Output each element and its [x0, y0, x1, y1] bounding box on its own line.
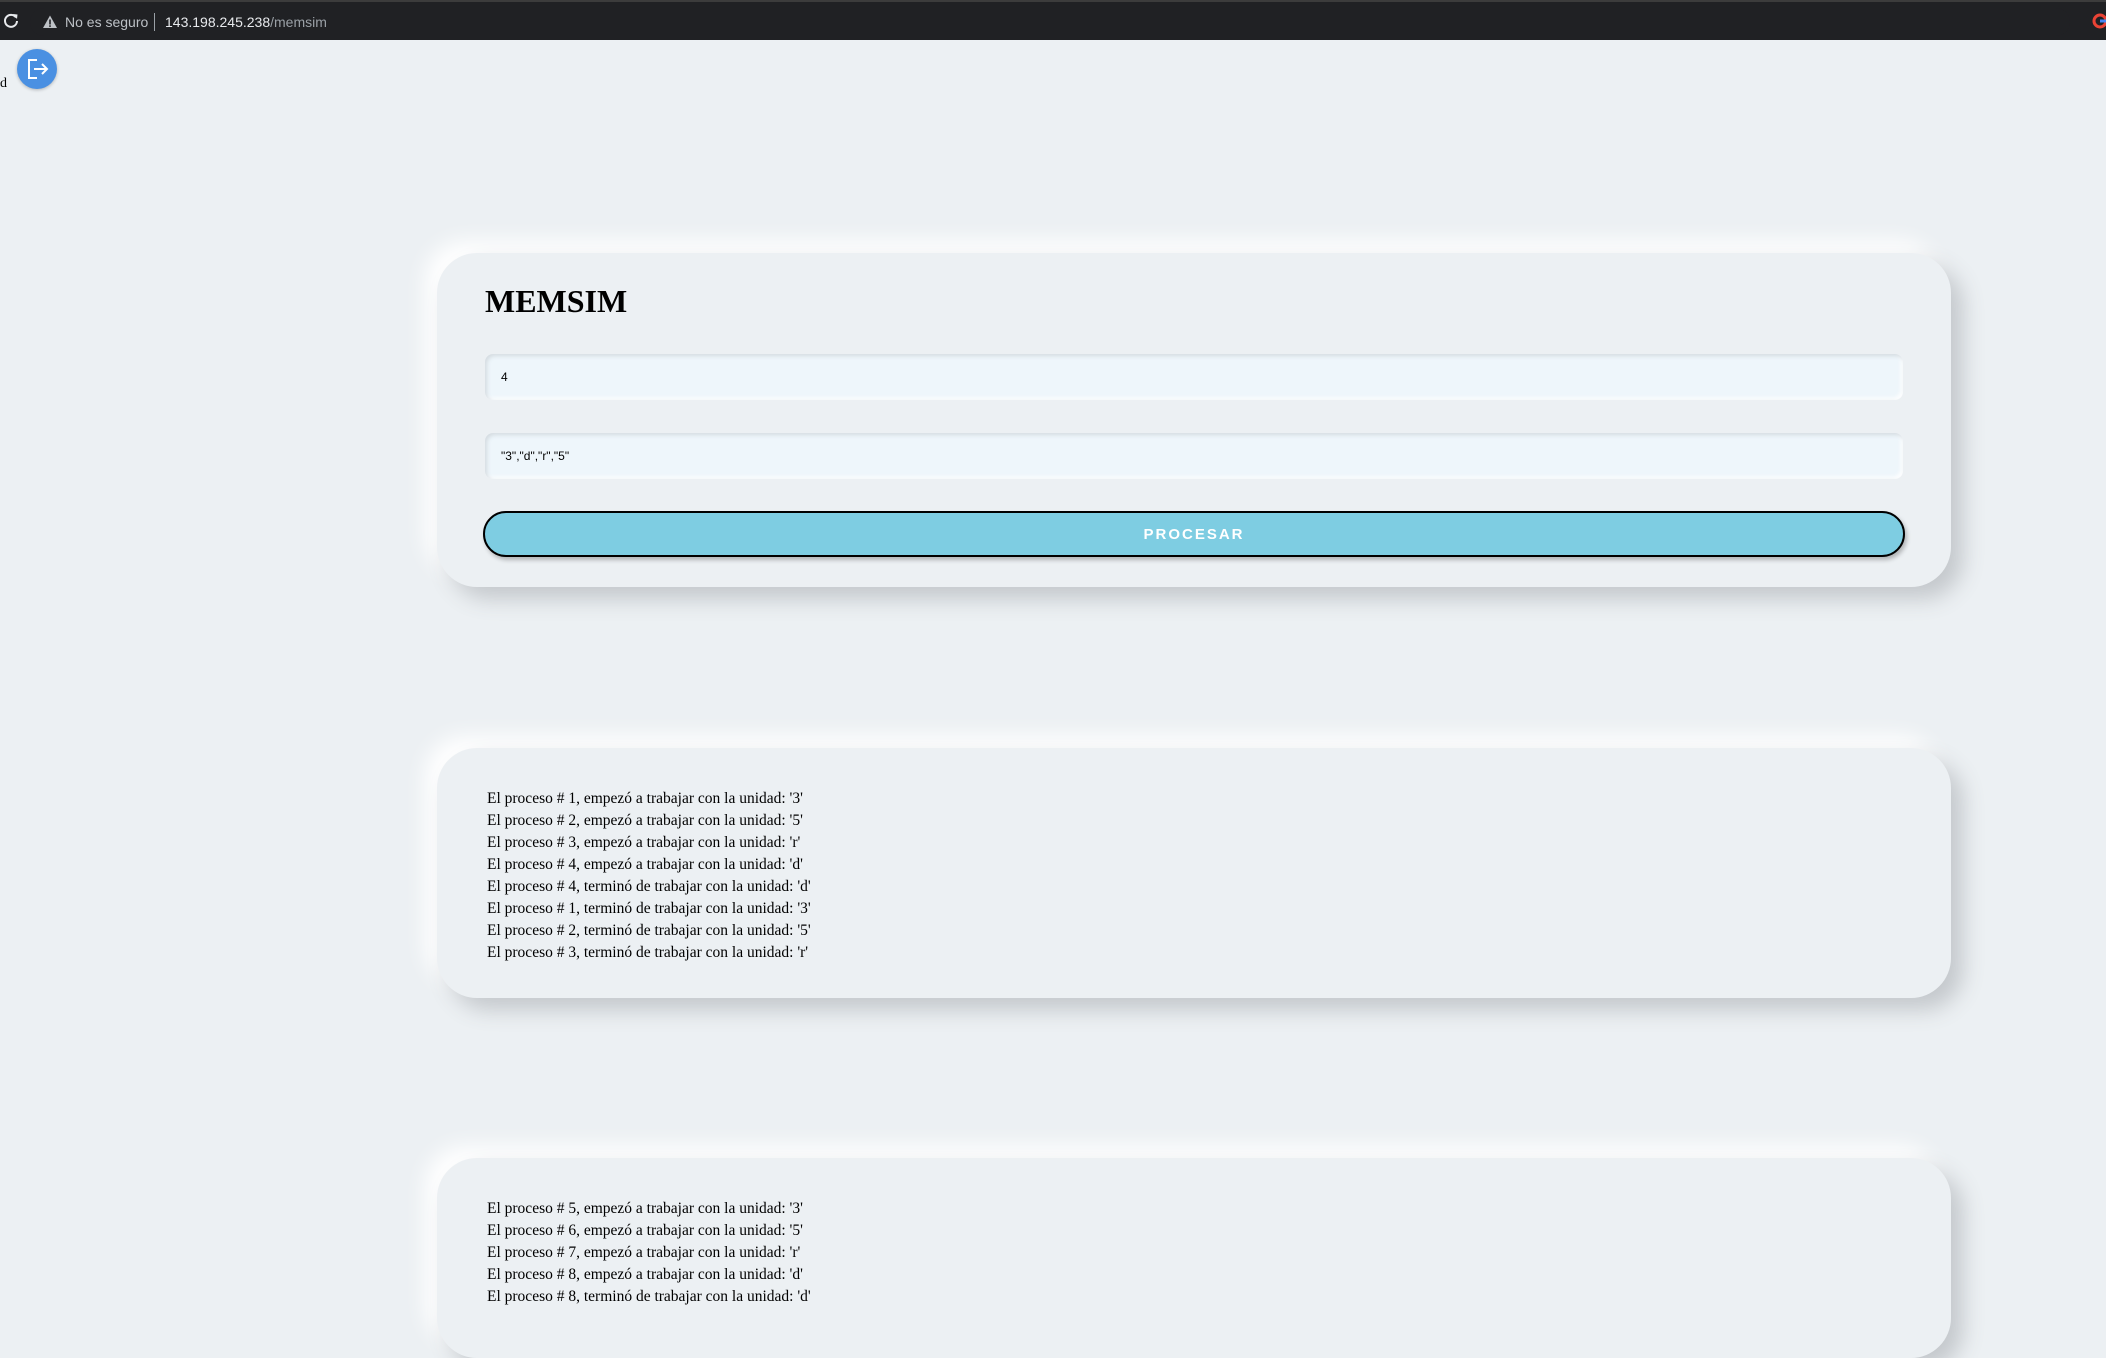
log-line: El proceso # 1, terminó de trabajar con … [487, 900, 811, 917]
log-line: El proceso # 2, terminó de trabajar con … [487, 922, 811, 939]
google-icon[interactable] [2092, 13, 2106, 29]
warning-icon[interactable] [42, 14, 58, 30]
log-line: El proceso # 8, terminó de trabajar con … [487, 1288, 811, 1305]
url-path: /memsim [270, 14, 327, 30]
log-line: El proceso # 3, terminó de trabajar con … [487, 944, 809, 961]
log-line: El proceso # 4, terminó de trabajar con … [487, 878, 811, 895]
url-text[interactable]: 143.198.245.238/memsim [165, 14, 327, 30]
url-host: 143.198.245.238 [165, 14, 271, 30]
process-count-input[interactable] [485, 354, 1903, 400]
log-line: El proceso # 6, empezó a trabajar con la… [487, 1222, 803, 1239]
log-line: El proceso # 5, empezó a trabajar con la… [487, 1200, 803, 1217]
log-line: El proceso # 4, empezó a trabajar con la… [487, 856, 803, 873]
address-separator [154, 13, 155, 31]
logout-label: d [0, 76, 7, 91]
page-title: MEMSIM [485, 283, 628, 319]
log-line: El proceso # 2, empezó a trabajar con la… [487, 812, 803, 829]
output-log-2: El proceso # 5, empezó a trabajar con la… [487, 1198, 811, 1308]
logout-button[interactable] [17, 49, 57, 89]
reload-icon[interactable] [2, 12, 20, 30]
output-log-1: El proceso # 1, empezó a trabajar con la… [487, 788, 811, 964]
units-input[interactable] [485, 433, 1903, 479]
security-label[interactable]: No es seguro [65, 14, 148, 30]
address-bar[interactable]: No es seguro 143.198.245.238/memsim [30, 8, 2070, 36]
memsim-form-card: MEMSIM PROCESAR [437, 253, 1951, 587]
process-button[interactable]: PROCESAR [483, 511, 1905, 557]
log-line: El proceso # 7, empezó a trabajar con la… [487, 1244, 801, 1261]
log-line: El proceso # 3, empezó a trabajar con la… [487, 834, 801, 851]
output-card-2: El proceso # 5, empezó a trabajar con la… [437, 1158, 1951, 1358]
log-line: El proceso # 8, empezó a trabajar con la… [487, 1266, 803, 1283]
logout-icon [28, 59, 49, 79]
browser-toolbar: No es seguro 143.198.245.238/memsim [0, 0, 2106, 40]
log-line: El proceso # 1, empezó a trabajar con la… [487, 790, 803, 807]
output-card-1: El proceso # 1, empezó a trabajar con la… [437, 748, 1951, 998]
